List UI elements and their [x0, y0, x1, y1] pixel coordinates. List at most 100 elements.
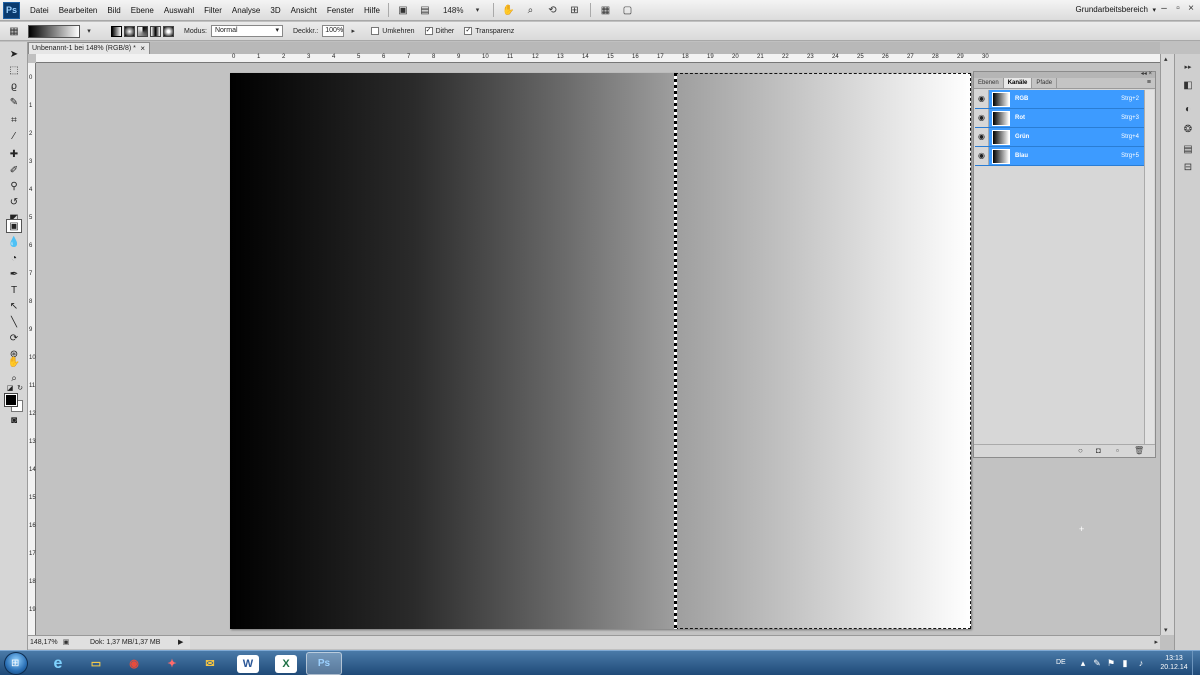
layers-panel-icon[interactable]: ▤	[1181, 144, 1195, 156]
marquee-selection[interactable]	[675, 73, 971, 629]
menu-bild[interactable]: Bild	[107, 6, 120, 15]
brush-tool-icon[interactable]: ✐	[6, 164, 22, 178]
panel-menu-icon[interactable]: ≡	[1147, 78, 1151, 88]
opacity-input[interactable]: 100%	[322, 25, 345, 37]
chevron-down-icon[interactable]: ▾	[81, 24, 97, 38]
menu-ansicht[interactable]: Ansicht	[291, 6, 317, 15]
minimize-icon[interactable]: –	[1158, 3, 1170, 15]
move-tool-icon[interactable]: ➤	[6, 48, 22, 62]
3d-rotate-tool-icon[interactable]: ⟳	[6, 332, 22, 346]
arrange-documents-icon[interactable]: ▦	[597, 3, 613, 17]
zoom-level[interactable]: 148%	[443, 6, 463, 15]
word-icon[interactable]: W	[237, 655, 259, 673]
channel-row-gruen[interactable]: ◉ Grün Strg+4	[975, 128, 1145, 147]
collapse-dock-icon[interactable]: ▸▸	[1181, 62, 1195, 74]
workspace-switcher[interactable]: Grundarbeitsbereich	[1076, 5, 1148, 14]
path-selection-tool-icon[interactable]: ↖	[6, 300, 22, 314]
history-icon[interactable]: ⊟	[1181, 162, 1195, 174]
load-selection-icon[interactable]: ○	[1078, 446, 1083, 455]
excel-icon[interactable]: X	[275, 655, 297, 673]
close-icon[interactable]: ×	[1185, 3, 1197, 15]
status-options-icon[interactable]: ▣	[58, 636, 74, 649]
acrobat-icon[interactable]: ✦	[154, 652, 190, 675]
chevron-down-icon[interactable]: ▾	[469, 3, 485, 17]
scroll-right-icon[interactable]: ▸	[1154, 638, 1158, 646]
channel-row-rot[interactable]: ◉ Rot Strg+3	[975, 109, 1145, 128]
crop-tool-icon[interactable]: ⌗	[6, 114, 22, 128]
diamond-gradient-button[interactable]	[163, 25, 174, 37]
language-indicator[interactable]: DE	[1056, 659, 1066, 666]
zoom-tool-icon[interactable]: ⌕	[522, 3, 538, 17]
menu-3d[interactable]: 3D	[270, 6, 280, 15]
eye-icon[interactable]: ◉	[975, 109, 989, 127]
file-explorer-icon[interactable]: ▭	[78, 652, 114, 675]
scroll-down-icon[interactable]: ▾	[1164, 626, 1168, 634]
rotate-view-icon[interactable]: ⟲	[544, 3, 560, 17]
chrome-icon[interactable]: ◉	[116, 652, 152, 675]
tab-layers[interactable]: Ebenen	[974, 78, 1004, 88]
gradient-tool-icon[interactable]: ▣	[6, 219, 22, 233]
panel-scrollbar[interactable]	[1144, 90, 1154, 445]
internet-explorer-icon[interactable]: e	[40, 652, 76, 675]
dodge-tool-icon[interactable]: ◔	[6, 252, 22, 266]
adjustments-icon[interactable]: ❂	[1181, 124, 1195, 136]
vertical-scrollbar[interactable]: ▴ ▾	[1160, 54, 1174, 635]
gradient-picker[interactable]	[28, 24, 80, 38]
view-extras-icon[interactable]: ▤	[417, 3, 433, 17]
chevron-right-icon[interactable]: ▶	[178, 636, 183, 649]
tab-paths[interactable]: Pfade	[1032, 78, 1058, 88]
save-selection-icon[interactable]: ◘	[1096, 446, 1101, 455]
show-desktop-button[interactable]	[1192, 651, 1200, 675]
type-tool-icon[interactable]: T	[6, 284, 22, 298]
tray-app-icon[interactable]: ✎	[1092, 658, 1102, 668]
status-zoom[interactable]: 148,17%	[30, 636, 58, 649]
menu-auswahl[interactable]: Auswahl	[164, 6, 194, 15]
hand-tool-icon[interactable]: ✋	[500, 3, 516, 17]
screen-mode-icon[interactable]: ▢	[619, 3, 635, 17]
reflected-gradient-button[interactable]	[150, 25, 161, 37]
clone-stamp-tool-icon[interactable]: ⚲	[6, 180, 22, 194]
quick-selection-tool-icon[interactable]: ✎	[6, 96, 22, 110]
eye-icon[interactable]: ◉	[975, 90, 989, 108]
volume-icon[interactable]: ♪	[1136, 658, 1146, 668]
chevron-right-icon[interactable]: ▸	[345, 24, 361, 38]
horizontal-scrollbar[interactable]: ▸	[190, 635, 1160, 649]
reverse-check-box[interactable]	[371, 27, 380, 35]
show-hidden-icons-icon[interactable]: ▴	[1078, 658, 1088, 668]
new-channel-icon[interactable]: ▫	[1116, 446, 1119, 455]
healing-brush-tool-icon[interactable]: ✚	[6, 148, 22, 162]
eye-icon[interactable]: ◉	[975, 128, 989, 146]
transparency-check-box[interactable]: ✓	[464, 27, 473, 35]
gradient-tool-preset-icon[interactable]: ▦	[6, 24, 22, 38]
color-panel-icon[interactable]: ◐	[1181, 104, 1195, 116]
photoshop-icon[interactable]: Ps	[306, 652, 342, 675]
ruler-icon[interactable]: ⊞	[566, 3, 582, 17]
clock[interactable]: 13:13 20.12.14	[1158, 654, 1190, 672]
line-tool-icon[interactable]: ╲	[6, 316, 22, 330]
history-brush-tool-icon[interactable]: ↺	[6, 196, 22, 210]
eye-icon[interactable]: ◉	[975, 147, 989, 165]
dither-check-box[interactable]: ✓	[424, 27, 433, 35]
tab-channels[interactable]: Kanäle	[1003, 78, 1033, 88]
blur-tool-icon[interactable]: 💧	[6, 236, 22, 250]
menu-analyse[interactable]: Analyse	[232, 6, 260, 15]
pen-tool-icon[interactable]: ✒	[6, 268, 22, 282]
scroll-up-icon[interactable]: ▴	[1164, 55, 1168, 63]
menu-fenster[interactable]: Fenster	[327, 6, 354, 15]
network-icon[interactable]: ▮	[1120, 658, 1130, 668]
dither-checkbox[interactable]: ✓ Dither	[424, 27, 454, 35]
radial-gradient-button[interactable]	[124, 25, 135, 37]
reverse-checkbox[interactable]: Umkehren	[371, 27, 415, 35]
maximize-icon[interactable]: ▫	[1172, 3, 1184, 15]
marquee-tool-icon[interactable]: ⬚	[6, 64, 22, 78]
transparency-checkbox[interactable]: ✓ Transparenz	[464, 27, 514, 35]
panel-collapse-icon[interactable]: ◂◂ ×	[1141, 70, 1152, 77]
close-icon[interactable]: ×	[140, 43, 145, 54]
document-canvas[interactable]	[230, 73, 971, 629]
start-button[interactable]: ⊞	[4, 652, 28, 675]
lasso-tool-icon[interactable]: ϱ	[6, 80, 22, 94]
menu-ebene[interactable]: Ebene	[131, 6, 154, 15]
outlook-icon[interactable]: ✉	[192, 652, 228, 675]
channel-row-rgb[interactable]: ◉ RGB Strg+2	[975, 90, 1145, 109]
navigator-icon[interactable]: ◧	[1181, 80, 1195, 92]
